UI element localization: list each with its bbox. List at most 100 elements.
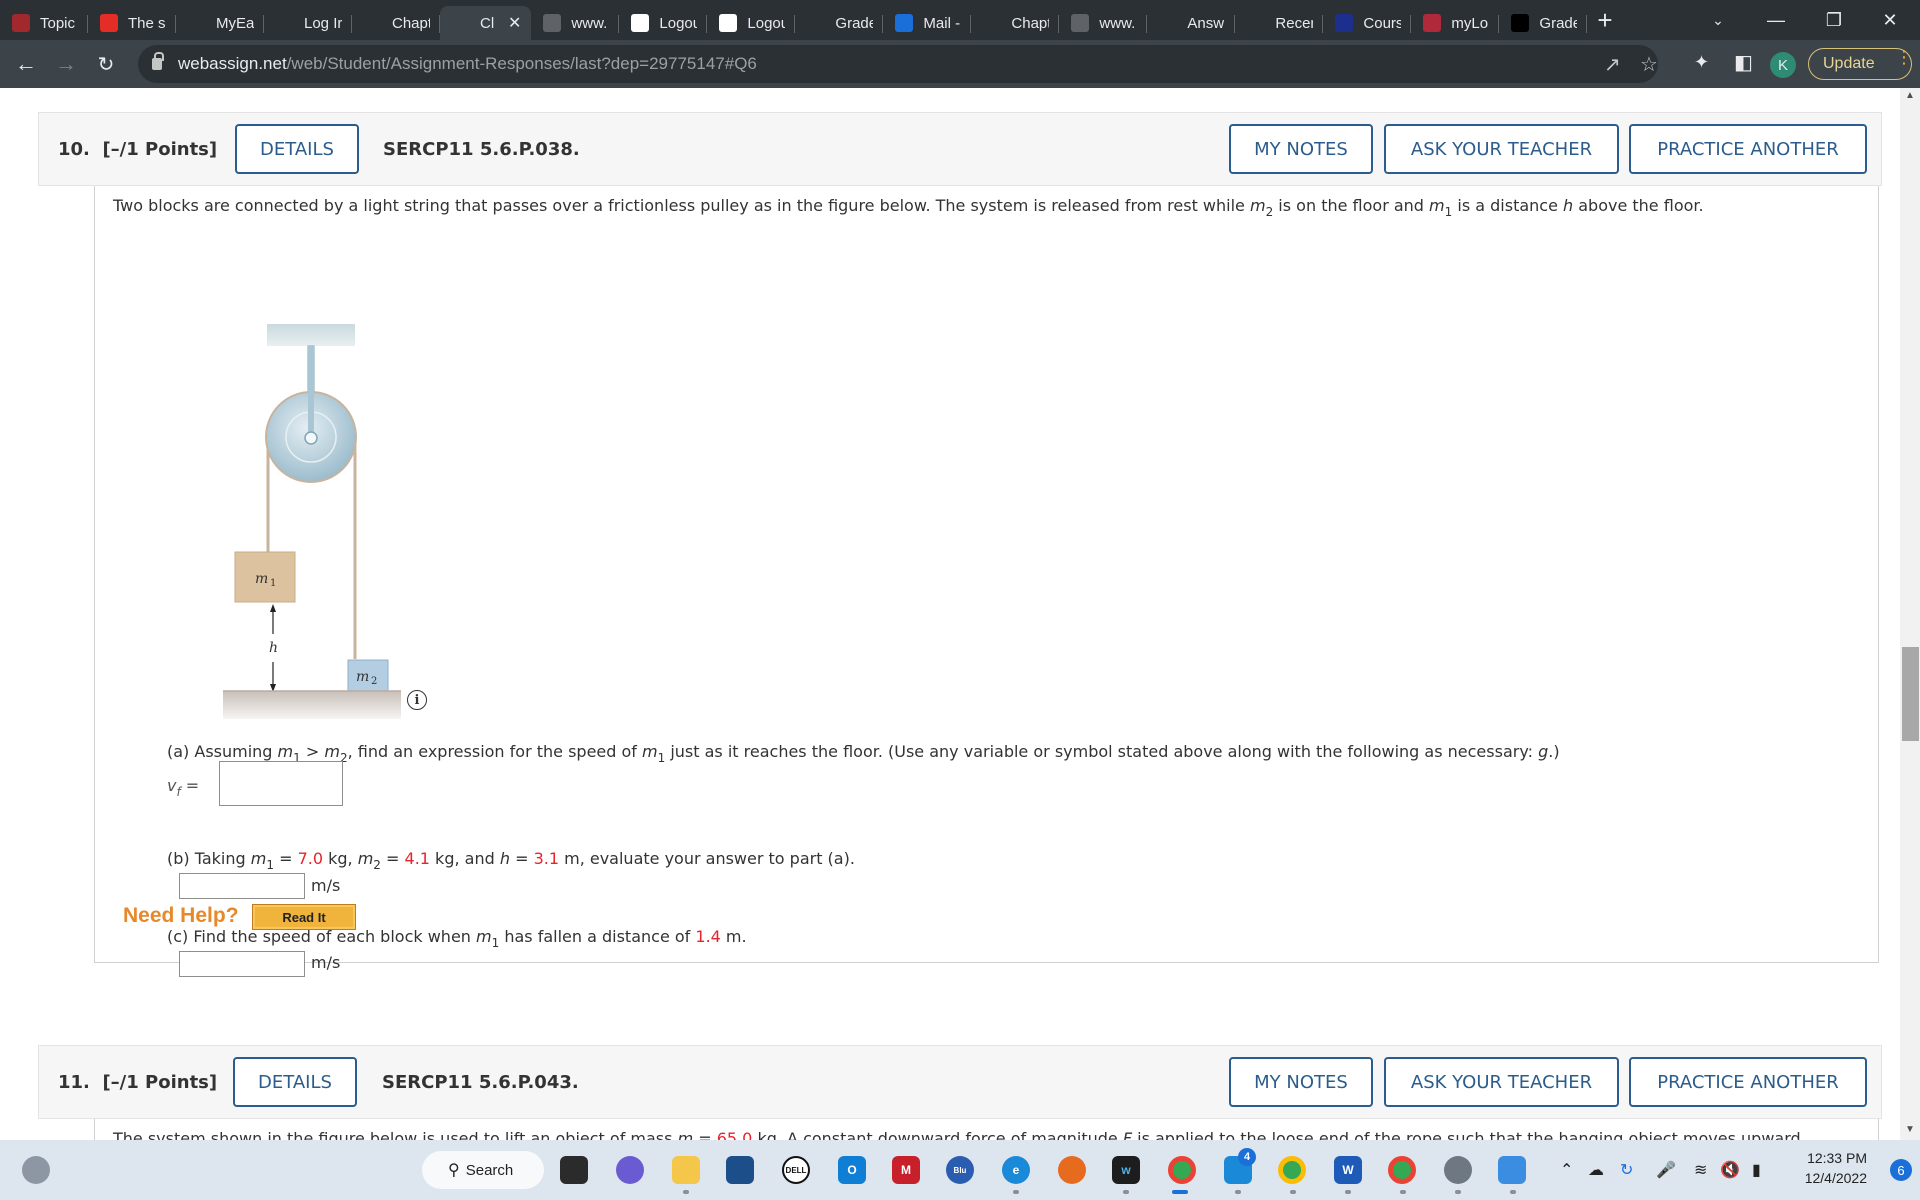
browser-tab[interactable]: Chapt bbox=[352, 6, 440, 40]
browser-tab[interactable]: Mail - bbox=[883, 6, 972, 40]
battery-icon[interactable]: ▮ bbox=[1752, 1160, 1761, 1180]
puzzle-logo-icon bbox=[631, 14, 650, 32]
wifi-icon[interactable]: ≋ bbox=[1694, 1160, 1707, 1180]
question-number: 10. [–/1 Points] bbox=[58, 138, 218, 160]
question-10-body: Two blocks are connected by a light stri… bbox=[94, 186, 1879, 977]
my-notes-button[interactable]: MY NOTES bbox=[1229, 124, 1373, 174]
profile-avatar[interactable]: K bbox=[1770, 52, 1796, 78]
puzzle-logo-icon bbox=[719, 14, 738, 32]
settings-gear-icon[interactable] bbox=[1444, 1156, 1472, 1184]
cortana-icon[interactable]: O bbox=[838, 1156, 866, 1184]
side-panel-icon[interactable]: ◧ bbox=[1734, 50, 1753, 75]
question-10-header: 10. [–/1 Points] DETAILS SERCP11 5.6.P.0… bbox=[38, 112, 1882, 186]
ask-your-teacher-button[interactable]: ASK YOUR TEACHER bbox=[1384, 1057, 1619, 1107]
browser-tab[interactable]: Cours bbox=[1323, 6, 1412, 40]
details-button[interactable]: DETAILS bbox=[235, 124, 359, 174]
question-code: SERCP11 5.6.P.038. bbox=[383, 138, 580, 160]
share-icon[interactable]: ↗ bbox=[1604, 52, 1621, 77]
sync-icon[interactable]: ↻ bbox=[1620, 1160, 1633, 1180]
bookmark-star-icon[interactable]: ☆ bbox=[1640, 52, 1658, 77]
browser-tab[interactable]: Answ bbox=[1147, 6, 1236, 40]
question-11-body: The system shown in the figure below is … bbox=[94, 1119, 1879, 1140]
onedrive-off-icon[interactable]: ☁ bbox=[1588, 1160, 1604, 1180]
tab-title: Cl bbox=[480, 14, 495, 32]
part-b-answer-input[interactable] bbox=[179, 873, 305, 899]
part-c-answer-input[interactable] bbox=[179, 951, 305, 977]
details-button[interactable]: DETAILS bbox=[233, 1057, 357, 1107]
my-notes-button[interactable]: MY NOTES bbox=[1229, 1057, 1373, 1107]
update-button[interactable]: Update ⋮ bbox=[1808, 48, 1913, 80]
browser-tab[interactable]: www. bbox=[1059, 6, 1148, 40]
weather-widget-icon[interactable] bbox=[22, 1156, 50, 1184]
browser-tab[interactable]: The sl bbox=[88, 6, 176, 40]
browser-tab[interactable]: www. bbox=[531, 6, 620, 40]
teams-chat-icon[interactable] bbox=[616, 1156, 644, 1184]
photos-icon[interactable] bbox=[1498, 1156, 1526, 1184]
menu-dots-icon[interactable]: ⋮ bbox=[1895, 48, 1913, 74]
edge-icon[interactable]: e bbox=[1002, 1156, 1030, 1184]
browser-tab[interactable]: Grade bbox=[795, 6, 884, 40]
practice-another-button[interactable]: PRACTICE ANOTHER bbox=[1629, 1057, 1867, 1107]
restore-button[interactable]: ❐ bbox=[1806, 0, 1862, 40]
floor bbox=[223, 691, 401, 719]
scroll-up-arrow-icon[interactable]: ▲ bbox=[1900, 90, 1920, 106]
close-tab-icon[interactable]: ✕ bbox=[508, 13, 521, 33]
scrollbar-thumb[interactable] bbox=[1902, 647, 1919, 741]
browser-toolbar: ← → ↻ webassign.net/web/Student/Assignme… bbox=[0, 40, 1920, 88]
svg-text:1: 1 bbox=[270, 578, 276, 589]
browser-tab[interactable]: Cl ✕ bbox=[440, 6, 532, 40]
taskbar-clock[interactable]: 12:33 PM 12/4/2022 bbox=[1785, 1148, 1867, 1188]
practice-another-button[interactable]: PRACTICE ANOTHER bbox=[1629, 124, 1867, 174]
browser-tab[interactable]: Chapt bbox=[971, 6, 1060, 40]
new-tab-button[interactable]: + bbox=[1597, 7, 1612, 33]
browser-tab[interactable]: Grade bbox=[1499, 6, 1588, 40]
microsoft-store-icon[interactable] bbox=[726, 1156, 754, 1184]
mcafee-icon[interactable]: M bbox=[892, 1156, 920, 1184]
tab-search-chevron-icon[interactable]: ⌄ bbox=[1690, 0, 1746, 40]
scroll-down-arrow-icon[interactable]: ▼ bbox=[1900, 1124, 1920, 1140]
webex-icon[interactable]: w bbox=[1112, 1156, 1140, 1184]
volume-muted-icon[interactable]: 🔇 bbox=[1720, 1160, 1740, 1180]
tab-title: Chapt bbox=[392, 14, 430, 32]
minimize-button[interactable]: — bbox=[1748, 0, 1804, 40]
close-window-button[interactable]: ✕ bbox=[1862, 0, 1918, 40]
chrome-profile-2-icon[interactable] bbox=[1278, 1156, 1306, 1184]
file-explorer-icon[interactable] bbox=[672, 1156, 700, 1184]
clock-time: 12:33 PM bbox=[1807, 1150, 1867, 1166]
browser-tab[interactable]: myLo bbox=[1411, 6, 1500, 40]
show-hidden-icons-chevron[interactable]: ⌃ bbox=[1560, 1160, 1573, 1180]
microphone-icon[interactable]: 🎤 bbox=[1656, 1160, 1676, 1180]
blu-app-icon[interactable]: Blu bbox=[946, 1156, 974, 1184]
block-m2-label: m bbox=[356, 669, 369, 685]
extensions-puzzle-icon[interactable]: ✦ bbox=[1694, 52, 1709, 73]
browser-tab[interactable]: Topic bbox=[0, 6, 88, 40]
browser-tab[interactable]: Log Ir bbox=[264, 6, 352, 40]
part-a-answer-input[interactable] bbox=[219, 761, 343, 806]
browser-tab[interactable]: MyEa bbox=[176, 6, 264, 40]
task-view-icon[interactable] bbox=[560, 1156, 588, 1184]
address-bar[interactable]: webassign.net/web/Student/Assignment-Res… bbox=[138, 45, 1658, 83]
height-label: h bbox=[269, 640, 278, 656]
chrome-profile-3-icon[interactable] bbox=[1388, 1156, 1416, 1184]
windows-start-icon[interactable] bbox=[374, 1155, 404, 1185]
chrome-profile-k-icon[interactable] bbox=[1168, 1156, 1196, 1184]
browser-tab[interactable]: Logou bbox=[707, 6, 796, 40]
forward-button[interactable]: → bbox=[46, 44, 86, 84]
read-it-button[interactable]: Read It bbox=[252, 904, 356, 930]
word-icon[interactable]: W bbox=[1334, 1156, 1362, 1184]
dell-icon[interactable]: DELL bbox=[782, 1156, 810, 1184]
answers-icon bbox=[1159, 14, 1178, 32]
browser-tab[interactable]: Logou bbox=[619, 6, 708, 40]
taskbar-search[interactable]: ⚲ Search bbox=[422, 1151, 544, 1189]
url-path: /web/Student/Assignment-Responses/last?d… bbox=[286, 54, 757, 73]
info-icon[interactable]: i bbox=[407, 690, 427, 710]
back-button[interactable]: ← bbox=[6, 44, 46, 84]
browser-tab[interactable]: Recen bbox=[1235, 6, 1324, 40]
running-indicator bbox=[683, 1190, 689, 1194]
ask-your-teacher-button[interactable]: ASK YOUR TEACHER bbox=[1384, 124, 1619, 174]
page-scrollbar[interactable]: ▲ ▼ bbox=[1900, 88, 1920, 1140]
notification-badge[interactable]: 6 bbox=[1890, 1159, 1912, 1181]
reload-button[interactable]: ↻ bbox=[86, 44, 126, 84]
tab-title: Log Ir bbox=[304, 14, 342, 32]
firefox-icon[interactable] bbox=[1058, 1156, 1086, 1184]
